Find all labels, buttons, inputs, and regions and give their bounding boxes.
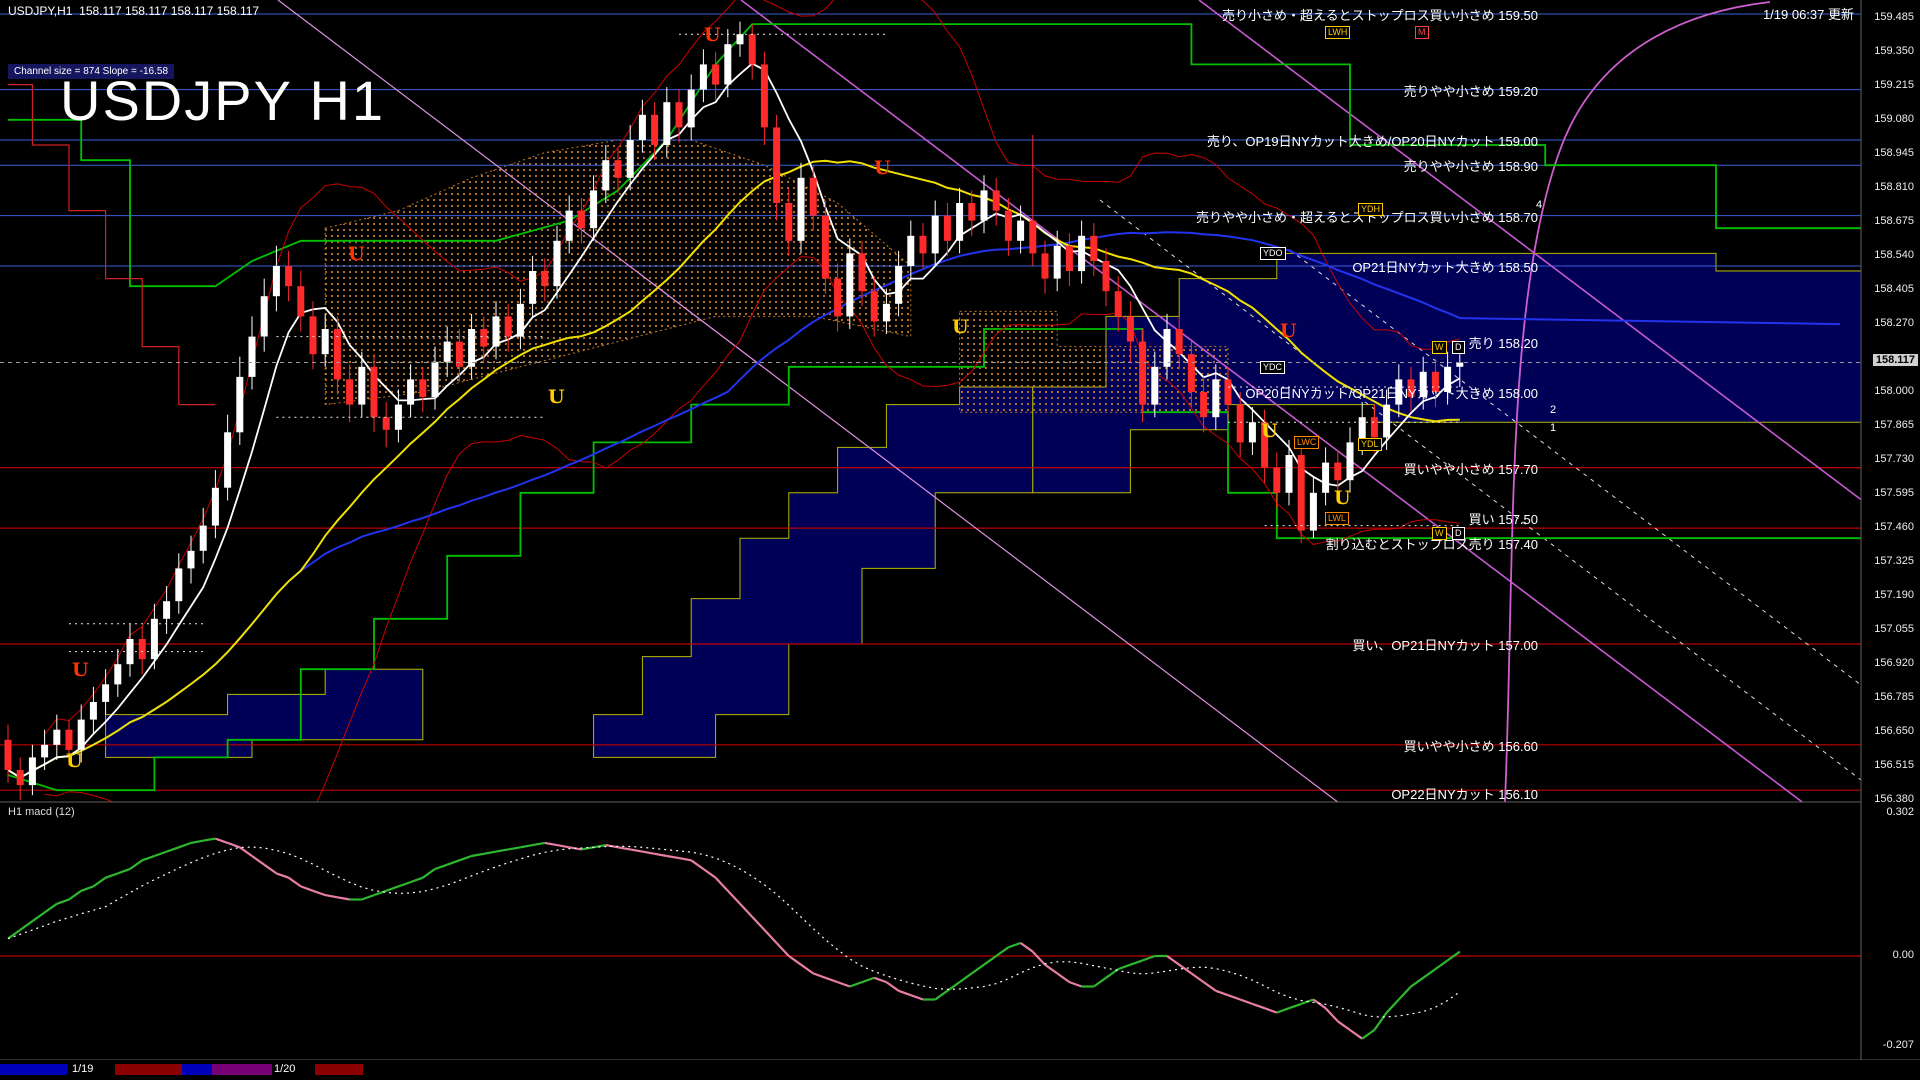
period-label-box: M — [1415, 26, 1429, 39]
price-axis-label: 157.460 — [1874, 521, 1914, 533]
period-label-box: W — [1432, 341, 1447, 354]
price-axis-label: 158.540 — [1874, 249, 1914, 261]
watermark-title: USDJPY H1 — [60, 68, 385, 133]
price-axis-label: 158.000 — [1874, 385, 1914, 397]
signal-icon: U — [952, 316, 969, 338]
level-annotation: 買いやや小さめ 157.70 — [1404, 459, 1538, 478]
level-annotation: 売り小さめ・超えるとストップロス買い小さめ 159.50 — [1222, 5, 1538, 24]
level-annotation: 売りやや小さめ 158.90 — [1404, 156, 1538, 175]
count-digit: 2 — [1550, 404, 1556, 416]
count-digit: 1 — [1550, 422, 1556, 434]
price-axis-label: 158.405 — [1874, 283, 1914, 295]
level-annotation: OP21日NYカット大きめ 158.50 — [1352, 257, 1538, 276]
signal-icon: U — [72, 659, 89, 681]
price-axis-label: 156.785 — [1874, 691, 1914, 703]
price-axis-label: 159.080 — [1874, 113, 1914, 125]
session-segment — [115, 1064, 182, 1075]
price-axis-label: 157.595 — [1874, 487, 1914, 499]
price-axis-label: 158.270 — [1874, 317, 1914, 329]
session-segment — [0, 1064, 67, 1075]
price-axis-label: 159.215 — [1874, 79, 1914, 91]
price-axis-label: 156.920 — [1874, 657, 1914, 669]
update-time: 1/19 06:37 更新 — [1763, 4, 1854, 23]
level-annotation: 買い、OP21日NYカット 157.00 — [1352, 635, 1538, 654]
price-axis-label: 158.945 — [1874, 147, 1914, 159]
signal-icon: U — [548, 386, 565, 408]
period-label-box: YDH — [1358, 203, 1383, 216]
signal-icon: U — [1334, 487, 1351, 509]
macd-axis-zero: 0.00 — [1893, 949, 1914, 961]
macd-axis-max: 0.302 — [1886, 806, 1914, 818]
price-axis-label: 156.380 — [1874, 793, 1914, 805]
signal-icon: U — [704, 24, 721, 46]
price-axis-label: 159.350 — [1874, 45, 1914, 57]
symbol-ohlc-info: USDJPY,H1 158.117 158.117 158.117 158.11… — [8, 4, 259, 18]
level-annotation: OP20日NYカット/OP21日NYカット大きめ 158.00 — [1245, 383, 1538, 402]
signal-icon: U — [874, 157, 891, 179]
price-axis-label: 158.810 — [1874, 181, 1914, 193]
signal-icon: U — [348, 243, 365, 265]
level-annotation: 売り、OP19日NYカット大きめ/OP20日NYカット 159.00 — [1207, 131, 1538, 150]
period-label-box: YDL — [1358, 438, 1382, 451]
timeline-date-label: 1/20 — [274, 1063, 295, 1075]
price-axis-label: 156.650 — [1874, 725, 1914, 737]
price-axis-label: 157.190 — [1874, 589, 1914, 601]
count-digit: 4 — [1536, 199, 1542, 211]
period-label-box: W — [1432, 527, 1447, 540]
chart-window: USDJPY,H1 158.117 158.117 158.117 158.11… — [0, 0, 1920, 1080]
timeline-date-label: 1/19 — [72, 1063, 93, 1075]
level-annotation: 売り 158.20 — [1469, 333, 1538, 352]
price-axis-label: 156.515 — [1874, 759, 1914, 771]
period-label-box: D — [1452, 341, 1465, 354]
level-annotation: 買い 157.50 — [1469, 509, 1538, 528]
current-price-tag: 158.117 — [1873, 354, 1918, 366]
level-annotation: 売りやや小さめ 159.20 — [1404, 81, 1538, 100]
price-axis-label: 159.485 — [1874, 11, 1914, 23]
price-axis-label: 157.055 — [1874, 623, 1914, 635]
period-label-box: D — [1452, 527, 1465, 540]
price-chart-canvas[interactable] — [0, 0, 1920, 1080]
signal-icon: U — [1261, 420, 1278, 442]
period-label-box: LWH — [1325, 26, 1350, 39]
level-annotation: 買いやや小さめ 156.60 — [1404, 736, 1538, 755]
period-label-box: YDC — [1260, 361, 1285, 374]
session-segment — [315, 1064, 363, 1075]
price-axis-label: 157.325 — [1874, 555, 1914, 567]
signal-icon: U — [66, 750, 83, 772]
price-axis-label: 157.730 — [1874, 453, 1914, 465]
price-axis-label: 157.865 — [1874, 419, 1914, 431]
session-timeline: 1/19 1/20 — [0, 1060, 1920, 1080]
session-segment — [182, 1064, 212, 1075]
signal-icon: U — [1280, 320, 1297, 342]
macd-indicator-label: H1 macd (12) — [8, 806, 75, 818]
period-label-box: LWC — [1294, 436, 1319, 449]
period-label-box: YDO — [1260, 247, 1286, 260]
session-segment — [212, 1064, 272, 1075]
macd-axis-min: -0.207 — [1883, 1039, 1914, 1051]
price-axis-label: 158.675 — [1874, 215, 1914, 227]
period-label-box: LWL — [1325, 512, 1349, 525]
level-annotation: OP22日NYカット 156.10 — [1391, 784, 1538, 803]
